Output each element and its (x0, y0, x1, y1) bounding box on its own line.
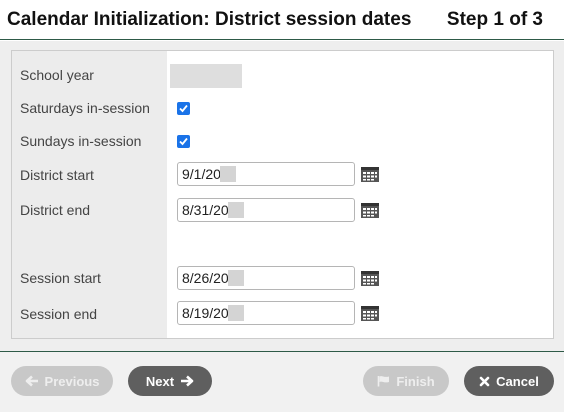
checkmark-icon (179, 104, 188, 113)
district-start-label: District start (20, 167, 94, 183)
redacted-block (220, 166, 236, 182)
session-end-label: Session end (20, 306, 98, 322)
cancel-button[interactable]: Cancel (464, 366, 554, 396)
cancel-button-label: Cancel (496, 373, 539, 389)
session-start-label: Session start (20, 270, 101, 286)
flag-icon (378, 376, 390, 387)
session-start-input[interactable]: 8/26/20 (177, 266, 355, 290)
label-column (12, 51, 167, 338)
calendar-icon[interactable] (361, 167, 379, 182)
session-start-value: 8/26/20 (182, 270, 229, 286)
saturdays-label: Saturdays in-session (20, 100, 150, 116)
district-end-input[interactable]: 8/31/20 (177, 198, 355, 222)
form-panel: School year Saturdays in-session Sundays… (11, 50, 554, 339)
calendar-icon[interactable] (361, 203, 379, 218)
district-end-label: District end (20, 202, 91, 218)
redacted-block (228, 202, 244, 218)
district-start-value: 9/1/20 (182, 166, 221, 182)
close-icon (479, 376, 490, 386)
checkmark-icon (179, 137, 188, 146)
redacted-block (228, 270, 244, 286)
session-end-value: 8/19/20 (182, 305, 229, 321)
sundays-label: Sundays in-session (20, 133, 142, 149)
calendar-icon[interactable] (361, 271, 379, 286)
session-end-input[interactable]: 8/19/20 (177, 301, 355, 325)
sundays-checkbox[interactable] (177, 135, 190, 148)
finish-button[interactable]: Finish (363, 366, 449, 396)
wizard-footer: Previous Next Finish Cancel (0, 351, 564, 412)
district-end-value: 8/31/20 (182, 202, 229, 218)
page-title: Calendar Initialization: District sessio… (7, 9, 412, 30)
title-bar: Calendar Initialization: District sessio… (0, 0, 564, 40)
school-year-value (170, 64, 242, 88)
arrow-left-icon (25, 375, 38, 387)
district-start-input[interactable]: 9/1/20 (177, 162, 355, 186)
saturdays-checkbox[interactable] (177, 102, 190, 115)
previous-button[interactable]: Previous (11, 366, 113, 396)
redacted-block (228, 305, 244, 321)
content-area: School year Saturdays in-session Sundays… (0, 41, 564, 351)
school-year-label: School year (20, 67, 94, 83)
finish-button-label: Finish (396, 373, 435, 389)
previous-button-label: Previous (44, 373, 100, 389)
calendar-icon[interactable] (361, 306, 379, 321)
next-button-label: Next (145, 373, 175, 389)
step-indicator: Step 1 of 3 (446, 9, 543, 30)
next-button[interactable]: Next (128, 366, 212, 396)
arrow-right-icon (181, 375, 194, 387)
